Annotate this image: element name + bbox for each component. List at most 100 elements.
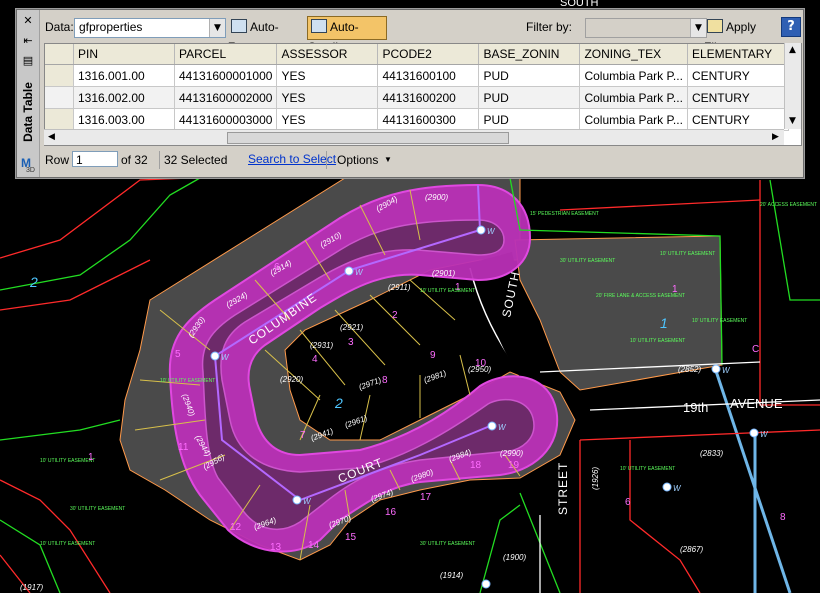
parcel-number: 19: [508, 460, 520, 471]
lot-label: (2911): [388, 283, 411, 292]
lot-label: (1914): [440, 571, 463, 580]
table-cell[interactable]: CENTURY: [687, 64, 789, 87]
parcel-number: 15: [345, 532, 357, 543]
table-cell[interactable]: Columbia Park P...: [579, 64, 688, 87]
scroll-down-icon[interactable]: ▼: [785, 114, 800, 129]
table-cell[interactable]: 44131600300: [377, 108, 480, 131]
auto-zoom-button[interactable]: Auto-Zoom: [227, 16, 305, 54]
parcel-number: 6: [274, 262, 280, 273]
table-cell[interactable]: 44131600200: [377, 86, 480, 109]
table-cell[interactable]: Columbia Park P...: [579, 108, 688, 131]
table-cell[interactable]: YES: [276, 108, 379, 131]
data-table-palette[interactable]: ✕ ⇤ ▤ Data Table M 3D Data: gfproperties…: [16, 9, 804, 178]
data-label: Data:: [45, 20, 74, 34]
water-valve-icon: [711, 364, 721, 374]
street-label-street: STREET: [556, 462, 570, 515]
parcel-number: 3: [348, 337, 354, 348]
table-cell[interactable]: 1316.003.00: [73, 108, 175, 131]
table-cell[interactable]: 44131600100: [377, 64, 480, 87]
table-row[interactable]: 1316.002.00 44131600002000 YES 441316002…: [45, 86, 789, 109]
selected-count-label: 32 Selected: [164, 153, 228, 167]
street-label-19th: 19th: [683, 400, 708, 415]
row-selector[interactable]: [45, 86, 74, 109]
column-header[interactable]: PCODE2: [377, 44, 480, 65]
lot-label: (1900): [503, 553, 526, 562]
water-valve-icon: [749, 428, 759, 438]
row-number-input[interactable]: 1: [72, 151, 118, 167]
table-cell[interactable]: 44131600001000: [174, 64, 278, 87]
header-row: PIN PARCEL ASSESSOR PCODE2 BASE_ZONIN ZO…: [45, 44, 789, 65]
status-divider: [326, 151, 327, 169]
filter-select[interactable]: ▼: [585, 18, 707, 38]
table-cell[interactable]: YES: [276, 86, 379, 109]
row-selector[interactable]: [45, 64, 74, 87]
pin-icon[interactable]: ⇤: [20, 34, 36, 48]
palette-title: Data Table: [21, 82, 35, 142]
options-chevron-down-icon[interactable]: ▼: [384, 152, 392, 168]
water-valve-icon: [210, 351, 220, 361]
filter-by-label: Filter by:: [526, 20, 573, 34]
auto-scroll-button[interactable]: Auto-Scroll: [307, 16, 387, 54]
column-header[interactable]: PIN: [73, 44, 175, 65]
row-label: Row: [45, 153, 70, 167]
lot-label: (2852): [678, 365, 701, 374]
easement-label: 30' UTILITY EASEMENT: [70, 506, 125, 512]
parcel-number: 18: [470, 460, 482, 471]
column-header[interactable]: ASSESSOR: [276, 44, 379, 65]
table-cell[interactable]: 44131600002000: [174, 86, 278, 109]
easement-label: 30' UTILITY EASEMENT: [420, 541, 475, 547]
scrollbar-thumb[interactable]: [227, 132, 509, 144]
table-row[interactable]: 1316.001.00 44131600001000 YES 441316001…: [45, 64, 789, 87]
column-header[interactable]: ZONING_TEX: [579, 44, 688, 65]
table-cell[interactable]: CENTURY: [687, 108, 789, 131]
table-cell[interactable]: 1316.001.00: [73, 64, 175, 87]
row-selector[interactable]: [45, 108, 74, 131]
parcel-number: 13: [270, 542, 282, 553]
table-cell[interactable]: PUD: [478, 86, 581, 109]
easement-label: 10' UTILITY EASEMENT: [620, 466, 675, 472]
close-icon[interactable]: ✕: [20, 14, 36, 28]
easement-label: 10' UTILITY EASEMENT: [660, 251, 715, 257]
lot-label: (2901): [432, 269, 455, 278]
table-cell[interactable]: PUD: [478, 108, 581, 131]
table-cell[interactable]: 1316.002.00: [73, 86, 175, 109]
easement-label: 30' UTILITY EASEMENT: [560, 258, 615, 264]
logo-sub: 3D: [26, 167, 35, 174]
water-valve-icon: [476, 225, 486, 235]
table-row[interactable]: 1316.003.00 44131600003000 YES 441316003…: [45, 108, 789, 131]
parcel-number: 14: [308, 540, 320, 551]
column-header[interactable]: PARCEL: [174, 44, 278, 65]
table-cell[interactable]: Columbia Park P...: [579, 86, 688, 109]
map3d-logo-icon: M 3D: [19, 156, 37, 175]
lot-label: (2833): [700, 449, 723, 458]
menu-icon[interactable]: ▤: [20, 54, 36, 68]
table-cell[interactable]: 44131600003000: [174, 108, 278, 131]
lot-label: (1926): [591, 467, 600, 490]
area-number: 2: [334, 395, 343, 411]
vertical-scrollbar[interactable]: ▲ ▼: [784, 43, 801, 129]
options-menu-button[interactable]: Options: [337, 152, 378, 168]
search-to-select-link[interactable]: Search to Select: [248, 152, 336, 166]
palette-side-bar[interactable]: ✕ ⇤ ▤ Data Table M 3D: [17, 10, 40, 177]
scroll-left-icon[interactable]: ◀: [44, 130, 59, 145]
select-all-header[interactable]: [45, 44, 74, 65]
table-cell[interactable]: PUD: [478, 64, 581, 87]
scroll-right-icon[interactable]: ▶: [768, 130, 783, 145]
data-source-value: gfproperties: [79, 20, 143, 34]
lot-label: (2921): [340, 323, 363, 332]
table-cell[interactable]: CENTURY: [687, 86, 789, 109]
data-source-select[interactable]: gfproperties ▼: [74, 18, 226, 38]
apply-filter-button[interactable]: Apply Filter: [703, 16, 781, 54]
table-cell[interactable]: YES: [276, 64, 379, 87]
chevron-down-icon[interactable]: ▼: [209, 19, 225, 37]
horizontal-scrollbar[interactable]: ◀ ▶: [44, 129, 784, 145]
column-header[interactable]: ELEMENTARY: [687, 44, 789, 65]
data-table-toolbar: Data: gfproperties ▼ Auto-Zoom Auto-Scro…: [41, 15, 801, 54]
help-button[interactable]: ?: [781, 17, 801, 37]
scroll-up-icon[interactable]: ▲: [785, 43, 800, 58]
area-number: 2: [29, 274, 38, 290]
parcel-number: 9: [430, 350, 436, 361]
column-header[interactable]: BASE_ZONIN: [478, 44, 581, 65]
area-number: 1: [660, 315, 668, 331]
parcel-number: 5: [175, 349, 181, 360]
